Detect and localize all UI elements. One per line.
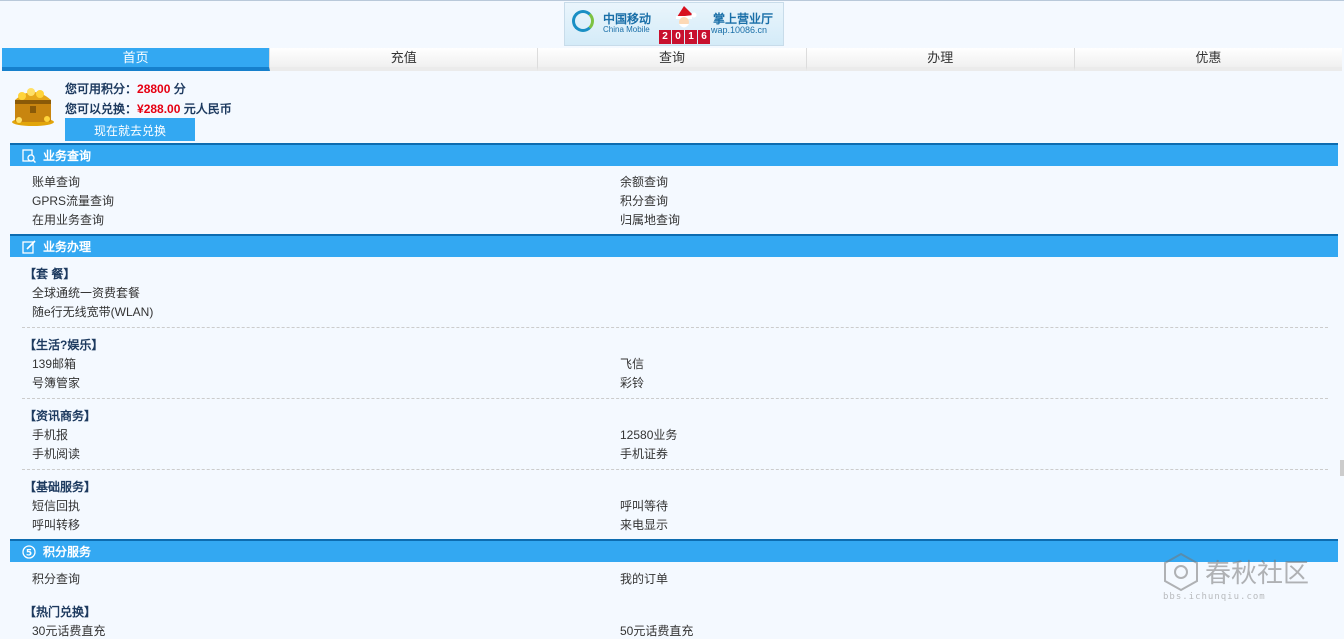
category-hot-exchange: 【热门兑换】	[24, 605, 97, 619]
year-digit: 1	[685, 30, 697, 44]
available-points-label: 您可用积分：	[65, 82, 138, 96]
link-mobile-news[interactable]: 手机报	[32, 426, 68, 443]
link-balance-query[interactable]: 余额查询	[620, 173, 668, 190]
section-header-business: 业务办理	[10, 234, 1338, 257]
link-ringtone[interactable]: 彩铃	[620, 374, 644, 391]
tab-query[interactable]: 查询	[538, 48, 807, 71]
exchange-unit: 元人民币	[180, 102, 232, 116]
section-header-points: 5 积分服务	[10, 539, 1338, 562]
link-50-yuan-topup[interactable]: 50元话费直充	[620, 622, 693, 639]
svg-text:春秋社区: 春秋社区	[1205, 559, 1309, 589]
link-my-orders[interactable]: 我的订单	[620, 570, 668, 587]
available-points-unit: 分	[170, 82, 186, 96]
link-mobile-securities[interactable]: 手机证券	[620, 445, 668, 462]
year-digit: 2	[659, 30, 671, 44]
link-location-query[interactable]: 归属地查询	[620, 211, 680, 228]
section-title: 业务办理	[43, 240, 92, 254]
link-caller-id[interactable]: 来电显示	[620, 516, 668, 533]
category-life-entertainment: 【生活?娱乐】	[24, 338, 104, 352]
search-doc-icon	[22, 149, 36, 163]
top-border	[0, 0, 1344, 1]
watermark: 春秋社区 bbs.ichunqiu.com	[1163, 552, 1323, 612]
link-sms-receipt[interactable]: 短信回执	[32, 497, 80, 514]
edit-icon	[22, 240, 36, 254]
link-bill-query[interactable]: 账单查询	[32, 173, 80, 190]
link-call-waiting[interactable]: 呼叫等待	[620, 497, 668, 514]
tab-handle[interactable]: 办理	[806, 48, 1075, 71]
scrollbar-thumb[interactable]	[1340, 460, 1344, 476]
dashed-divider	[22, 327, 1328, 328]
tab-home[interactable]: 首页	[2, 48, 271, 71]
link-points-query[interactable]: 积分查询	[620, 192, 668, 209]
dashed-divider	[22, 398, 1328, 399]
link-139-mail[interactable]: 139邮箱	[32, 355, 76, 372]
watermark-url: bbs.ichunqiu.com	[1163, 592, 1266, 602]
link-fetion[interactable]: 飞信	[620, 355, 644, 372]
svg-text:5: 5	[26, 549, 32, 559]
exchange-label: 您可以兑换：	[65, 102, 138, 116]
link-active-services-query[interactable]: 在用业务查询	[32, 211, 104, 228]
year-2016-badge: 2016	[659, 28, 711, 44]
santa-icon	[676, 6, 697, 28]
link-mobile-reading[interactable]: 手机阅读	[32, 445, 80, 462]
tab-recharge[interactable]: 充值	[270, 48, 539, 71]
section-header-query: 业务查询	[10, 143, 1338, 166]
available-points-value: 28800	[137, 82, 171, 96]
section-title: 业务查询	[43, 149, 92, 163]
category-plans: 【套 餐】	[24, 267, 76, 281]
link-call-forwarding[interactable]: 呼叫转移	[32, 516, 80, 533]
treasure-chest-icon	[12, 88, 54, 126]
link-30-yuan-topup[interactable]: 30元话费直充	[32, 622, 105, 639]
china-mobile-logo-banner[interactable]: 中国移动 China Mobile 2016 掌上营业厅 wap.10086.c…	[564, 2, 784, 46]
link-points-query-2[interactable]: 积分查询	[32, 570, 80, 587]
logo-url: wap.10086.cn	[711, 25, 768, 35]
tab-offers[interactable]: 优惠	[1074, 48, 1343, 71]
section-title: 积分服务	[43, 545, 92, 559]
link-wlan[interactable]: 随e行无线宽带(WLAN)	[32, 303, 153, 320]
dashed-divider	[22, 469, 1328, 470]
exchange-value: 您可以兑换：¥288.00 元人民币	[65, 100, 232, 117]
logo-en-text: China Mobile	[603, 25, 650, 34]
link-gprs-query[interactable]: GPRS流量查询	[32, 192, 114, 209]
year-digit: 6	[698, 30, 710, 44]
link-12580[interactable]: 12580业务	[620, 426, 677, 443]
link-global-plan[interactable]: 全球通统一资费套餐	[32, 284, 140, 301]
category-basic-services: 【基础服务】	[24, 480, 97, 494]
china-mobile-swirl-icon	[572, 10, 594, 32]
available-points: 您可用积分：28800 分	[65, 80, 186, 97]
category-news-business: 【资讯商务】	[24, 409, 97, 423]
link-contacts-manager[interactable]: 号簿管家	[32, 374, 80, 391]
redeem-now-button[interactable]: 现在就去兑换	[65, 118, 195, 141]
ichunqiu-logo-watermark: 春秋社区	[1164, 552, 1309, 592]
main-nav: 首页 充值 查询 办理 优惠	[2, 48, 1343, 71]
year-digit: 0	[672, 30, 684, 44]
exchange-amount: ¥288.00	[137, 102, 181, 116]
points-icon: 5	[22, 545, 36, 559]
